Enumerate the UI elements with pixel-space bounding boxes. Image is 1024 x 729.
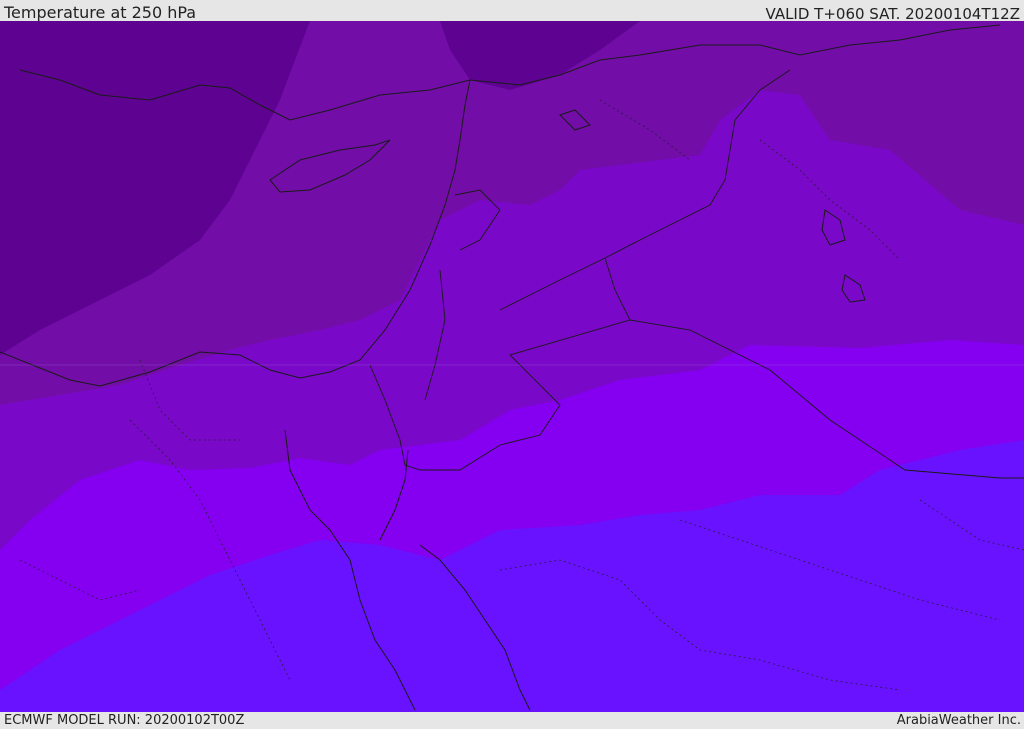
map-title: Temperature at 250 hPa — [4, 3, 197, 22]
footer-bar: ECMWF MODEL RUN: 20200102T00Z ArabiaWeat… — [0, 712, 1024, 729]
weather-map[interactable] — [0, 21, 1024, 712]
map-canvas — [0, 21, 1024, 712]
credit-text: ArabiaWeather Inc. — [896, 713, 1021, 728]
model-run: ECMWF MODEL RUN: 20200102T00Z — [4, 713, 245, 728]
header-bar: Temperature at 250 hPa VALID T+060 SAT. … — [0, 0, 1024, 23]
